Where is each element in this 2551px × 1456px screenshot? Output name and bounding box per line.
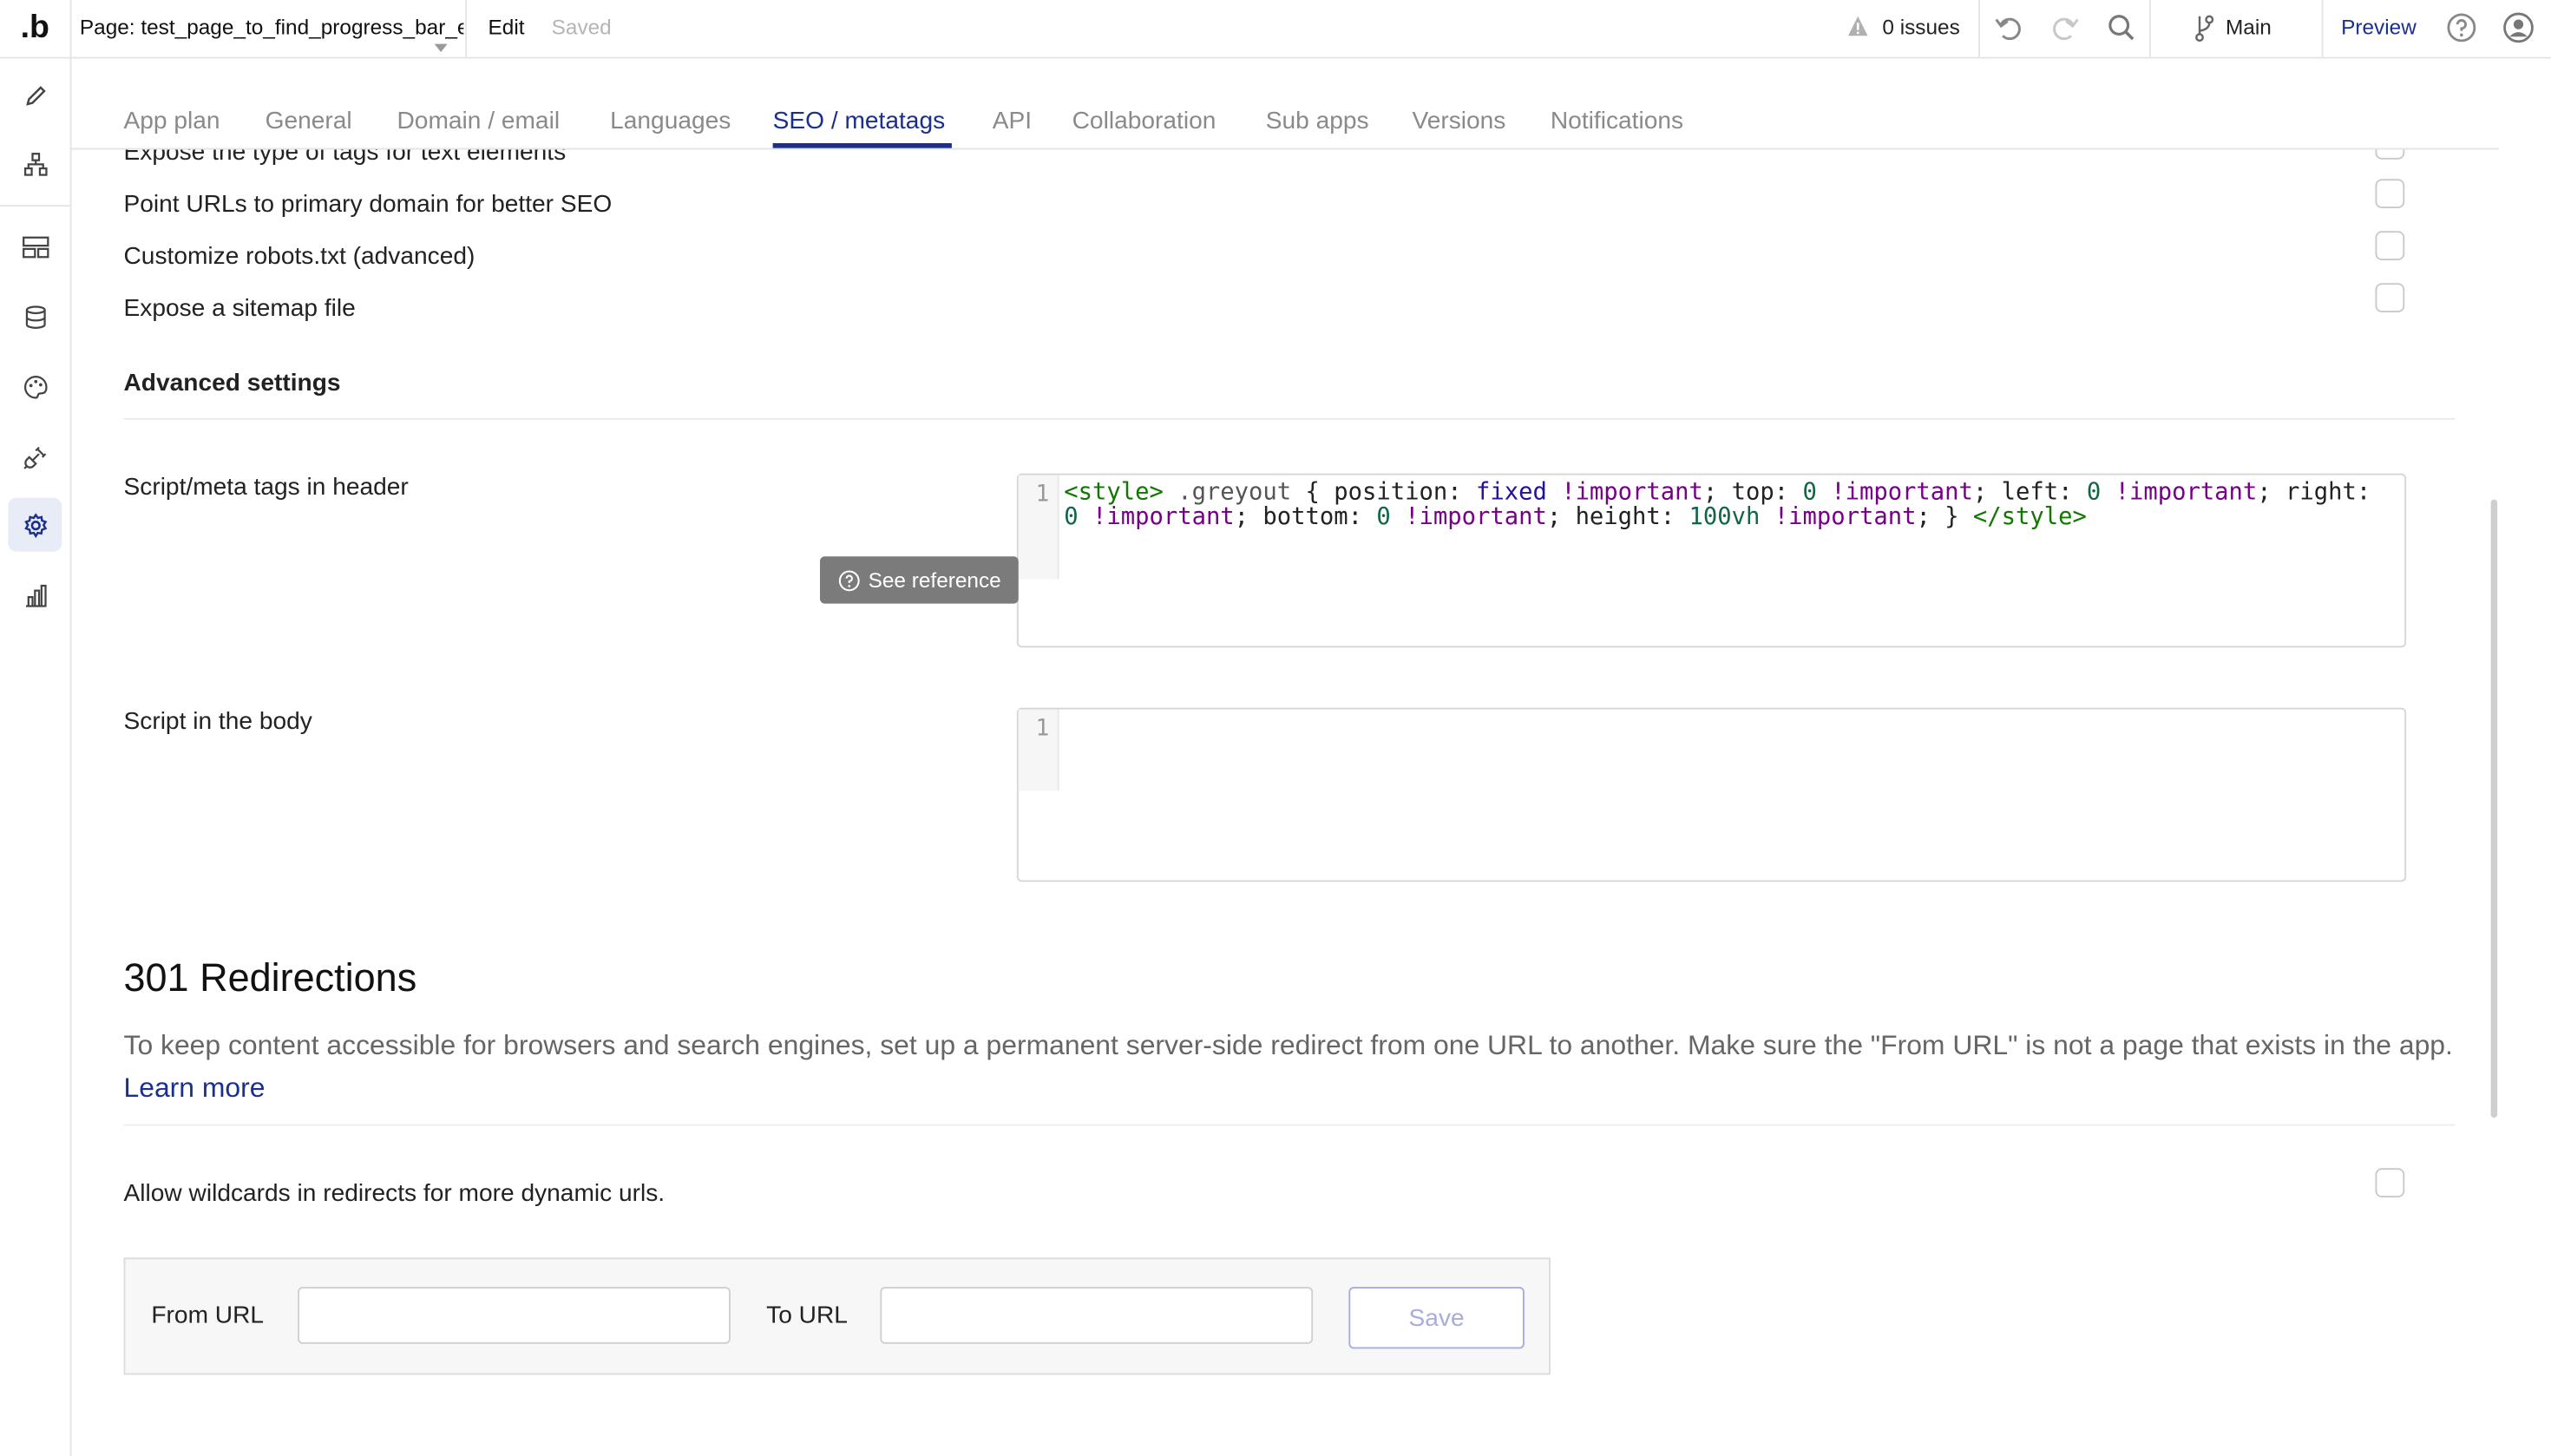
header-script-editor[interactable]: 1 <style> .greyout { position: fixed !im… bbox=[1016, 473, 2407, 648]
page-selector[interactable]: Page: test_page_to_find_progress_bar_e bbox=[80, 15, 464, 39]
settings-tabs: App plan General Domain / email Language… bbox=[71, 58, 2499, 150]
sidebar-item-plugins[interactable] bbox=[8, 430, 62, 483]
left-sidebar bbox=[0, 58, 72, 1456]
sidebar-item-logs[interactable] bbox=[8, 567, 62, 621]
to-url-label: To URL bbox=[766, 1302, 848, 1329]
preview-button[interactable]: Preview bbox=[2341, 15, 2417, 39]
sidebar-item-data-styles[interactable] bbox=[8, 220, 62, 273]
tab-api[interactable]: API bbox=[993, 108, 1032, 135]
branch-icon bbox=[2195, 15, 2214, 43]
plug-icon bbox=[23, 445, 46, 469]
active-tab-indicator bbox=[772, 143, 952, 148]
branch-selector[interactable]: Main bbox=[2226, 15, 2272, 39]
divider bbox=[465, 0, 468, 57]
wildcards-checkbox[interactable] bbox=[2375, 1168, 2405, 1197]
sidebar-item-design[interactable] bbox=[8, 69, 62, 122]
sidebar-item-settings[interactable] bbox=[8, 497, 62, 552]
tab-notifications[interactable]: Notifications bbox=[1551, 108, 1683, 135]
redo-icon[interactable] bbox=[2049, 11, 2082, 44]
line-gutter: 1 bbox=[1018, 475, 1059, 580]
divider bbox=[1978, 0, 1980, 57]
tab-sub-apps[interactable]: Sub apps bbox=[1266, 108, 1369, 135]
tab-general[interactable]: General bbox=[266, 108, 352, 135]
divider bbox=[2148, 0, 2151, 57]
divider bbox=[123, 1124, 2456, 1126]
tab-languages[interactable]: Languages bbox=[610, 108, 731, 135]
tab-app-plan[interactable]: App plan bbox=[124, 108, 220, 135]
chevron-down-icon[interactable] bbox=[434, 43, 448, 52]
see-reference-tooltip[interactable]: See reference bbox=[820, 556, 1019, 604]
gear-icon bbox=[23, 512, 47, 538]
primary-domain-checkbox[interactable] bbox=[2375, 179, 2405, 208]
divider bbox=[123, 417, 2456, 420]
setting-label: Customize robots.txt (advanced) bbox=[123, 242, 475, 271]
from-url-input[interactable] bbox=[298, 1287, 731, 1344]
header-code: <style> .greyout { position: fixed !impo… bbox=[1064, 480, 2385, 531]
database-icon bbox=[24, 305, 45, 328]
to-url-input[interactable] bbox=[880, 1287, 1314, 1344]
top-bar: .b Page: test_page_to_find_progress_bar_… bbox=[0, 0, 2551, 59]
sidebar-item-workflow[interactable] bbox=[8, 137, 62, 191]
tab-collaboration[interactable]: Collaboration bbox=[1072, 108, 1216, 135]
divider bbox=[2321, 0, 2324, 57]
search-icon[interactable] bbox=[2105, 11, 2138, 44]
sitemap-checkbox[interactable] bbox=[2375, 283, 2405, 312]
help-icon[interactable] bbox=[2445, 11, 2478, 44]
redirections-heading: 301 Redirections bbox=[123, 956, 417, 1001]
save-redirect-button[interactable]: Save bbox=[1348, 1287, 1525, 1349]
warning-icon bbox=[1848, 16, 1868, 36]
section-heading: Advanced settings bbox=[123, 369, 341, 397]
bubble-logo-icon[interactable]: .b bbox=[0, 0, 72, 57]
line-number: 1 bbox=[1035, 716, 1050, 742]
learn-more-link[interactable]: Learn more bbox=[124, 1072, 266, 1104]
setting-label: Point URLs to primary domain for better … bbox=[123, 190, 613, 219]
header-script-label: Script/meta tags in header bbox=[123, 473, 409, 502]
edit-mode-button[interactable]: Edit bbox=[489, 15, 525, 39]
sidebar-item-styles[interactable] bbox=[8, 359, 62, 413]
user-avatar-icon[interactable] bbox=[2502, 11, 2535, 44]
robots-txt-checkbox[interactable] bbox=[2375, 231, 2405, 260]
divider bbox=[0, 205, 70, 207]
sidebar-item-data[interactable] bbox=[8, 290, 62, 344]
body-script-label: Script in the body bbox=[123, 707, 312, 736]
line-gutter: 1 bbox=[1018, 709, 1059, 791]
scrollbar[interactable] bbox=[2490, 499, 2498, 1118]
workflow-icon bbox=[23, 152, 47, 175]
wildcards-label: Allow wildcards in redirects for more dy… bbox=[123, 1179, 666, 1208]
layout-icon bbox=[22, 235, 49, 258]
pencil-icon bbox=[25, 85, 45, 105]
help-circle-icon bbox=[838, 569, 860, 591]
tab-domain-email[interactable]: Domain / email bbox=[397, 108, 561, 135]
body-script-editor[interactable]: 1 bbox=[1016, 707, 2407, 882]
tab-seo-metatags[interactable]: SEO / metatags bbox=[773, 108, 946, 135]
save-status: Saved bbox=[551, 14, 612, 39]
redirections-description: To keep content accessible for browsers … bbox=[123, 1029, 2453, 1104]
issues-counter[interactable]: 0 issues bbox=[1882, 15, 1959, 39]
palette-icon bbox=[23, 374, 47, 398]
bar-chart-icon bbox=[25, 583, 46, 607]
see-reference-label: See reference bbox=[868, 567, 1001, 593]
redirect-form: From URL To URL Save bbox=[123, 1257, 1551, 1375]
line-number: 1 bbox=[1035, 482, 1050, 508]
from-url-label: From URL bbox=[151, 1302, 265, 1329]
undo-icon[interactable] bbox=[1993, 11, 2026, 44]
tab-versions[interactable]: Versions bbox=[1413, 108, 1506, 135]
setting-label: Expose a sitemap file bbox=[123, 294, 356, 323]
